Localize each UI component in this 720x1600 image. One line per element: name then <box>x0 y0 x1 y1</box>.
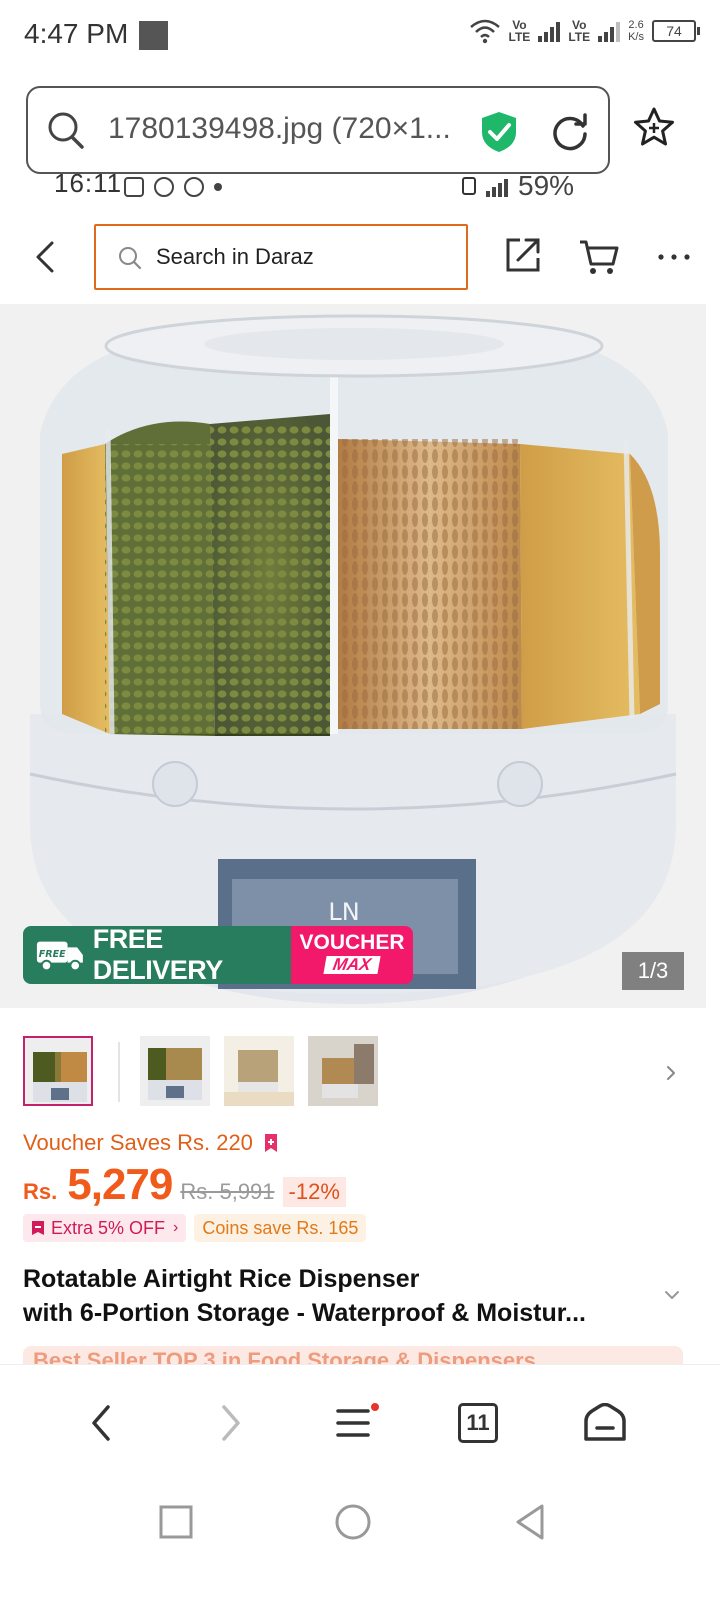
signal-icon-1 <box>538 20 561 42</box>
wifi-icon <box>469 19 500 44</box>
instagram-icon <box>154 177 174 197</box>
reload-icon[interactable] <box>550 112 590 152</box>
home-icon[interactable] <box>580 1403 630 1443</box>
whatsapp-icon <box>184 177 204 197</box>
tab-count-button[interactable]: 11 <box>458 1403 498 1443</box>
promo-row: Extra 5% OFF › Coins save Rs. 165 <box>23 1214 367 1242</box>
coins-save-chip[interactable]: Coins save Rs. 165 <box>194 1214 367 1242</box>
search-icon[interactable] <box>46 110 86 150</box>
cart-icon[interactable] <box>578 238 620 276</box>
image-brand-mark: LN <box>328 898 359 926</box>
status-icons: Vo LTE Vo LTE 2.6 K/s 74 <box>469 18 700 44</box>
app-header: Search in Daraz <box>0 210 720 302</box>
battery-icon: 74 <box>652 20 700 42</box>
bookmark-star-icon[interactable] <box>632 106 676 150</box>
embedded-notification-icons <box>124 177 222 197</box>
notification-icon <box>139 21 168 50</box>
embedded-status-right: 59% <box>462 174 574 202</box>
thumbnail-strip <box>0 1034 720 1110</box>
menu-icon[interactable] <box>330 1403 380 1443</box>
search-box[interactable]: Search in Daraz <box>94 224 468 290</box>
share-icon[interactable] <box>504 236 542 274</box>
volte-label-1: Vo LTE <box>508 18 531 44</box>
thumbnail-3[interactable] <box>224 1036 294 1106</box>
search-icon <box>119 247 142 270</box>
product-title-line-1: Rotatable Airtight Rice Dispenser <box>23 1265 420 1293</box>
back-arrow-icon[interactable] <box>30 240 62 274</box>
volte-label-2: Vo LTE <box>568 18 591 44</box>
more-dot-icon <box>214 183 222 191</box>
forward-icon[interactable] <box>204 1403 254 1443</box>
embedded-status-bar: 16:11 59% <box>0 174 720 202</box>
chevron-right-icon[interactable] <box>664 1064 678 1082</box>
android-nav-bar <box>0 1474 720 1600</box>
thumbnail-1[interactable] <box>23 1036 93 1106</box>
free-delivery-text: FREE DELIVERY <box>92 926 224 984</box>
price-currency: Rs. <box>23 1179 58 1204</box>
chevron-right-icon: › <box>173 1219 179 1236</box>
best-seller-text: Best Seller TOP 3 in Food Storage & Disp… <box>33 1348 536 1364</box>
signal-icon-2 <box>598 20 621 42</box>
best-seller-row[interactable]: Best Seller TOP 3 in Food Storage & Disp… <box>23 1346 683 1364</box>
chevron-down-icon[interactable] <box>664 1290 680 1300</box>
coins-save-text: Coins save Rs. 165 <box>202 1217 359 1238</box>
voucher-icon <box>264 1134 277 1152</box>
price-row: Rs. 5,279 Rs. 5,991 -12% <box>23 1160 346 1210</box>
status-time: 4:47 PM <box>24 18 129 49</box>
extra-off-text: Extra 5% OFF <box>51 1217 166 1238</box>
sim-icon <box>462 177 476 195</box>
shield-check-icon[interactable] <box>478 110 520 154</box>
rice-dispenser-image: LN <box>0 304 706 1008</box>
delivery-truck-icon: FREE <box>36 941 83 972</box>
embedded-signal-icon <box>486 175 508 197</box>
voucher-saves[interactable]: Voucher Saves Rs. 220 <box>23 1130 279 1156</box>
embedded-time: 16:11 <box>54 174 123 198</box>
browser-toolbar: 11 <box>0 1364 720 1474</box>
net-speed-value: 2.6 <box>628 19 644 31</box>
max-text: MAX <box>323 955 381 974</box>
voucher-max-badge: VOUCHER MAX <box>291 926 413 984</box>
recent-apps-icon[interactable] <box>156 1502 196 1542</box>
status-bar: 4:47 PM Vo LTE Vo LTE 2.6 K/s 74 <box>0 0 720 72</box>
image-counter: 1/3 <box>622 952 684 990</box>
net-speed: 2.6 K/s <box>628 19 644 43</box>
discount-badge: -12% <box>282 1177 346 1207</box>
extra-off-chip[interactable]: Extra 5% OFF › <box>23 1214 187 1242</box>
more-options-icon[interactable] <box>658 254 690 260</box>
current-price: 5,279 <box>67 1160 173 1209</box>
product-title-line-2: with 6-Portion Storage - Waterproof & Mo… <box>23 1299 586 1327</box>
search-placeholder: Search in Daraz <box>156 244 314 269</box>
voucher-text: VOUCHER <box>299 931 405 954</box>
thumbnail-2[interactable] <box>140 1036 210 1106</box>
original-price: Rs. 5,991 <box>180 1179 275 1204</box>
net-speed-unit: K/s <box>628 31 644 43</box>
product-image-carousel[interactable]: LN <box>0 304 706 1008</box>
voucher-saves-text: Voucher Saves Rs. 220 <box>23 1130 253 1155</box>
free-delivery-badge: FREE FREE DELIVERY <box>23 926 291 984</box>
thumbnail-4[interactable] <box>308 1036 378 1106</box>
nav-back-icon[interactable] <box>510 1502 550 1542</box>
url-text[interactable]: 1780139498.jpg (720×1... <box>108 112 464 146</box>
voucher-icon <box>32 1221 44 1235</box>
free-small-label: FREE <box>39 949 66 960</box>
home-circle-icon[interactable] <box>333 1502 373 1542</box>
free-delivery-voucher-badge: FREE FREE DELIVERY VOUCHER MAX <box>23 926 413 984</box>
gallery-icon <box>124 177 144 197</box>
product-title: Rotatable Airtight Rice Dispenser with 6… <box>23 1262 663 1330</box>
back-icon[interactable] <box>78 1403 128 1443</box>
thumbnail-divider <box>118 1042 120 1102</box>
embedded-battery: 59% <box>518 174 575 201</box>
address-bar[interactable]: 1780139498.jpg (720×1... <box>26 86 610 174</box>
